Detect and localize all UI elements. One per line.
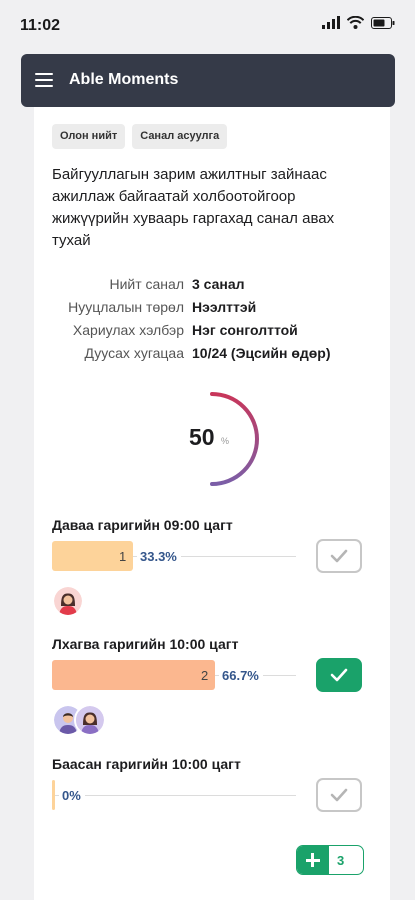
signal-icon (322, 16, 340, 29)
gauge-unit: % (221, 436, 230, 446)
status-bar: 11:02 (0, 0, 415, 52)
menu-icon[interactable] (35, 72, 55, 88)
wifi-icon (347, 16, 364, 29)
add-option-button[interactable]: 3 (296, 845, 364, 875)
meta-value: 3 санал (192, 275, 245, 292)
app-title: Able Moments (69, 71, 179, 88)
meta-row-total: Нийт санал 3 санал (34, 272, 390, 295)
meta-value: 10/24 (Эцсийн өдөр) (192, 344, 331, 361)
option-percent: 66.7% (219, 668, 263, 683)
status-icons (322, 16, 395, 29)
voter-avatars (52, 704, 106, 736)
option-label: Даваа гаригийн 09:00 цагт (52, 517, 233, 533)
participation-gauge: 50 % (34, 389, 390, 489)
poll-question: Байгууллагын зарим ажилтныг зайнаас ажил… (52, 166, 335, 249)
poll-option: Даваа гаригийн 09:00 цагт 1 33.3% (34, 517, 390, 627)
option-vote-count: 1 (119, 549, 127, 564)
add-option-count: 3 (337, 853, 345, 868)
check-icon (330, 668, 348, 682)
voter-avatar-female[interactable] (74, 704, 106, 736)
option-bar-track (52, 795, 296, 796)
meta-label: Нууцлалын төрөл (68, 298, 184, 315)
option-percent: 0% (59, 788, 85, 803)
status-time: 11:02 (20, 17, 61, 34)
female-avatar-icon (54, 587, 82, 615)
meta-label: Хариулах хэлбэр (72, 321, 184, 338)
option-label: Лхагва гаригийн 10:00 цагт (52, 636, 239, 652)
poll-option: Лхагва гаригийн 10:00 цагт 2 66.7% (34, 636, 390, 746)
meta-value: Нээлттэй (192, 298, 257, 315)
option-vote-button[interactable] (316, 539, 362, 573)
tag-chip: Олон нийт (52, 124, 126, 149)
battery-icon (371, 16, 395, 29)
option-percent: 33.3% (137, 549, 181, 564)
female-avatar-icon (76, 706, 104, 734)
meta-value: Нэг сонголттой (192, 321, 298, 338)
gauge-percent: 50 (189, 424, 215, 450)
tag-chip: Санал асуулга (132, 124, 228, 149)
option-vote-button[interactable] (316, 778, 362, 812)
meta-row-privacy: Нууцлалын төрөл Нээлттэй (34, 295, 390, 318)
check-icon (330, 788, 348, 802)
poll-card: Олон нийт Санал асуулга Байгууллагын зар… (34, 107, 390, 900)
app-bar: Able Moments (21, 54, 395, 107)
option-vote-button[interactable] (316, 658, 362, 692)
option-bar-fill (52, 780, 55, 810)
check-icon (330, 549, 348, 563)
plus-icon (297, 846, 329, 874)
tag-list: Олон нийт Санал асуулга (52, 124, 228, 149)
meta-row-answer-type: Хариулах хэлбэр Нэг сонголттой (34, 318, 390, 341)
meta-label: Нийт санал (109, 275, 184, 292)
option-label: Баасан гаригийн 10:00 цагт (52, 756, 241, 772)
option-vote-count: 2 (201, 668, 209, 683)
voter-avatars (52, 585, 84, 617)
option-bar-fill (52, 660, 215, 690)
gauge-arc (210, 392, 259, 486)
meta-label: Дуусах хугацаа (84, 344, 184, 361)
meta-row-deadline: Дуусах хугацаа 10/24 (Эцсийн өдөр) (34, 341, 390, 364)
voter-avatar-female[interactable] (52, 585, 84, 617)
poll-meta: Нийт санал 3 санал Нууцлалын төрөл Нээлт… (34, 272, 390, 364)
